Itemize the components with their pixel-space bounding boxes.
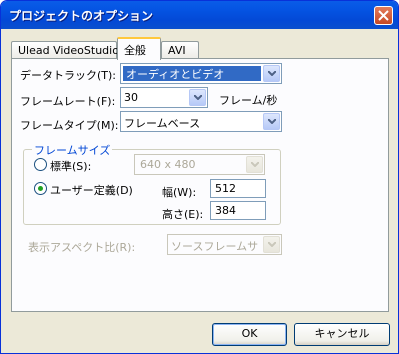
standard-size-label: 標準(S):: [50, 160, 92, 173]
aspect-ratio-dropdown-button[interactable]: [263, 236, 280, 253]
height-label: 高さ(E):: [162, 208, 204, 221]
project-options-dialog: プロジェクトのオプション Ulead VideoStudio 全般 AVI デー…: [0, 0, 399, 354]
custom-size-radio[interactable]: [34, 182, 47, 195]
height-input[interactable]: 384: [210, 201, 266, 220]
chevron-down-icon: [268, 119, 276, 124]
close-button[interactable]: [374, 6, 393, 25]
height-value: 384: [215, 204, 236, 217]
frame-rate-dropdown-button[interactable]: [189, 89, 206, 106]
data-track-dropdown-button[interactable]: [263, 65, 280, 82]
data-track-label: データトラック(T):: [20, 69, 117, 82]
aspect-ratio-label: 表示アスペクト比(R):: [28, 241, 136, 254]
standard-size-value: 640 x 480: [140, 158, 196, 171]
standard-size-select[interactable]: 640 x 480: [134, 154, 265, 175]
aspect-ratio-value: ソースフレームサ: [171, 240, 259, 253]
width-label: 幅(W):: [162, 186, 197, 199]
dialog-title: プロジェクトのオプション: [9, 9, 154, 23]
chevron-down-icon: [194, 95, 202, 100]
ok-button[interactable]: OK: [212, 323, 287, 346]
frame-rate-select[interactable]: 30: [120, 87, 208, 108]
title-bar[interactable]: プロジェクトのオプション: [1, 1, 398, 29]
width-input[interactable]: 512: [210, 179, 266, 198]
standard-size-radio[interactable]: [34, 158, 47, 171]
data-track-select[interactable]: オーディオとビデオ: [120, 63, 282, 84]
frame-type-dropdown-button[interactable]: [263, 113, 280, 130]
width-value: 512: [215, 182, 236, 195]
chevron-down-icon: [251, 162, 259, 167]
close-icon: [378, 10, 389, 21]
standard-size-dropdown-button[interactable]: [246, 156, 263, 173]
aspect-ratio-select[interactable]: ソースフレームサ: [167, 234, 282, 255]
cancel-button[interactable]: キャンセル: [294, 323, 390, 346]
tab-ulead-videostudio[interactable]: Ulead VideoStudio: [11, 41, 119, 59]
tab-avi[interactable]: AVI: [161, 41, 199, 59]
data-track-value: オーディオとビデオ: [123, 66, 261, 81]
frame-rate-label: フレームレート(F):: [20, 95, 116, 108]
chevron-down-icon: [268, 71, 276, 76]
frame-size-legend: フレームサイズ: [32, 142, 113, 158]
frame-type-select[interactable]: フレームベース: [120, 111, 282, 132]
frame-rate-value: 30: [124, 91, 138, 104]
frame-rate-unit: フレーム/秒: [219, 94, 278, 107]
chevron-down-icon: [268, 242, 276, 247]
frame-type-label: フレームタイプ(M):: [20, 119, 119, 132]
frame-type-value: フレームベース: [124, 117, 201, 130]
custom-size-label: ユーザー定義(D): [50, 184, 133, 197]
tab-general[interactable]: 全般: [117, 37, 161, 60]
